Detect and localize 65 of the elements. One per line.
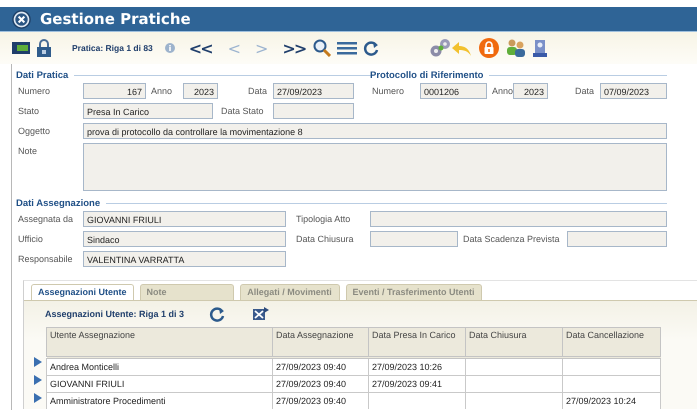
table-cell: Amministratore Procedimenti <box>46 392 272 409</box>
close-icon[interactable] <box>12 10 31 28</box>
text-field[interactable] <box>370 211 667 227</box>
table-cell: GIOVANNI FRIULI <box>46 376 272 392</box>
search-icon[interactable] <box>313 39 332 57</box>
column-header[interactable]: Data Presa In Carico <box>368 328 466 358</box>
text-field[interactable]: 27/09/2023 <box>273 83 354 99</box>
user-card-icon[interactable] <box>533 39 548 57</box>
field-label: Ufficio <box>18 233 44 246</box>
field-label: Data Chiusura <box>296 233 355 246</box>
text-field[interactable]: prova di protocollo da controllare la movimentazione 8 <box>83 123 667 139</box>
column-header[interactable]: Data Chiusura <box>466 328 562 358</box>
text-field[interactable]: 167 <box>83 83 146 99</box>
field-label: Oggetto <box>18 125 52 138</box>
field-label: Assegnata da <box>18 213 74 226</box>
grid-title: Assegnazioni Utente: Riga 1 di 3 <box>45 309 186 319</box>
field-label: Stato <box>18 105 40 118</box>
text-field[interactable] <box>567 231 667 247</box>
nav-button[interactable]: >> <box>282 38 306 58</box>
table-cell: 27/09/2023 09:40 <box>272 376 368 392</box>
text-field[interactable]: GIOVANNI FRIULI <box>83 211 286 227</box>
section-title: Dati Pratica <box>16 70 68 80</box>
people-icon[interactable] <box>505 38 528 58</box>
table-cell: 27/09/2023 09:41 <box>368 376 466 392</box>
section-title: Dati Assegnazione <box>16 198 100 208</box>
text-field[interactable]: 2023 <box>183 83 218 99</box>
spreadsheet-export-icon[interactable] <box>253 307 269 321</box>
padlock-icon[interactable] <box>479 38 500 58</box>
text-field[interactable] <box>83 143 667 191</box>
column-header[interactable]: Data Cancellazione <box>562 328 660 358</box>
table-cell: Andrea Monticelli <box>46 358 272 376</box>
text-field[interactable]: 07/09/2023 <box>600 83 667 99</box>
text-field[interactable] <box>273 103 354 119</box>
field-label: Data Stato <box>220 105 265 118</box>
refresh-icon[interactable] <box>209 306 225 322</box>
text-field[interactable]: 0001206 <box>420 83 487 99</box>
field-label: Anno <box>492 85 513 98</box>
field-label: Numero <box>372 85 406 98</box>
field-label: Numero <box>18 85 52 98</box>
field-label: Anno <box>151 85 174 98</box>
nav-button[interactable]: << <box>188 38 212 58</box>
gears-icon[interactable] <box>429 38 452 58</box>
field-label: Tipologia Atto <box>296 213 352 226</box>
text-field[interactable]: Presa In Carico <box>83 103 213 119</box>
table-cell: 27/09/2023 10:26 <box>368 358 466 376</box>
text-field[interactable] <box>370 231 458 247</box>
text-field[interactable]: Sindaco <box>83 231 286 247</box>
table-cell: 27/09/2023 09:40 <box>272 358 368 376</box>
field-label: Responsabile <box>18 253 74 266</box>
field-label: Note <box>18 145 38 158</box>
tab[interactable]: Assegnazioni Utente <box>31 284 134 300</box>
refresh-icon[interactable] <box>363 40 380 56</box>
list-icon[interactable] <box>337 41 358 55</box>
column-header[interactable]: Data Assegnazione <box>272 328 368 358</box>
folder-icon[interactable] <box>12 41 30 55</box>
padlock-icon[interactable] <box>36 39 52 57</box>
section-title: Protocollo di Riferimento <box>370 70 484 80</box>
window-title: Gestione Pratiche <box>40 10 191 28</box>
field-label: Data Scadenza Prevista <box>463 233 561 246</box>
record-label: Pratica: Riga 1 di 83 <box>72 43 153 53</box>
field-label: Data <box>574 85 595 98</box>
text-field[interactable]: 2023 <box>513 83 548 99</box>
field-label: Data <box>246 85 268 98</box>
column-header[interactable]: Utente Assegnazione <box>46 328 272 358</box>
text-field[interactable]: VALENTINA VARRATTA <box>83 251 286 267</box>
